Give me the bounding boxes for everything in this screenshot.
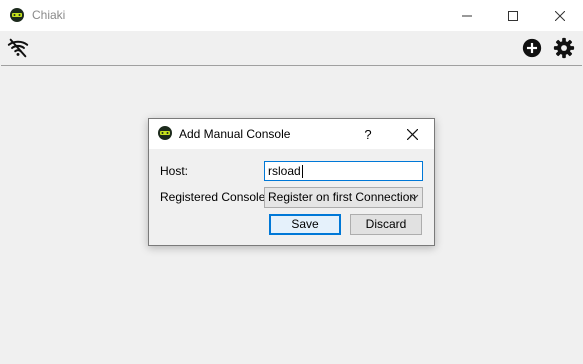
gear-icon	[553, 37, 575, 59]
settings-button[interactable]	[552, 36, 576, 60]
text-caret	[301, 165, 303, 179]
wifi-off-icon[interactable]	[6, 36, 30, 60]
discard-button[interactable]: Discard	[350, 214, 422, 235]
close-icon	[406, 128, 418, 140]
registered-console-select[interactable]: Register on first Connection	[264, 187, 423, 208]
chevron-down-icon	[409, 194, 419, 200]
close-window-button[interactable]	[537, 0, 583, 31]
close-icon	[555, 10, 565, 21]
toolbar	[0, 31, 583, 65]
help-button[interactable]: ?	[353, 119, 383, 149]
save-button[interactable]: Save	[269, 214, 341, 235]
host-input[interactable]: rsload	[264, 161, 423, 181]
dialog-close-button[interactable]	[397, 119, 427, 149]
host-label: Host:	[160, 164, 189, 178]
minimize-icon	[462, 15, 472, 16]
registered-console-label: Registered Console:	[160, 190, 269, 204]
main-window: Chiaki Add Manual Console ? Host: rsload…	[0, 0, 583, 364]
maximize-icon	[508, 10, 518, 21]
add-manual-console-dialog: Add Manual Console ? Host: rsload Regist…	[148, 118, 435, 246]
dialog-titlebar[interactable]: Add Manual Console ?	[149, 119, 434, 149]
registered-console-value: Register on first Connection	[268, 190, 417, 204]
host-input-value: rsload	[268, 164, 301, 178]
add-circle-icon	[522, 38, 542, 58]
chiaki-logo-icon	[158, 126, 172, 140]
chiaki-logo-icon	[10, 8, 24, 22]
minimize-button[interactable]	[444, 0, 490, 31]
maximize-button[interactable]	[490, 0, 536, 31]
window-titlebar[interactable]: Chiaki	[0, 0, 583, 31]
add-console-button[interactable]	[520, 36, 544, 60]
window-title: Chiaki	[32, 8, 66, 22]
dialog-title: Add Manual Console	[179, 127, 291, 141]
